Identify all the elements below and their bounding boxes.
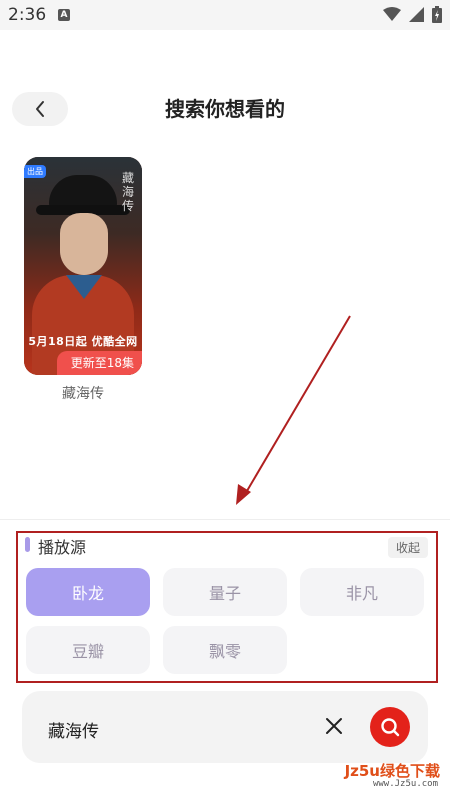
- close-icon: [326, 718, 342, 734]
- source-option-piaoling[interactable]: 飘零: [163, 626, 287, 674]
- section-divider: [0, 519, 450, 520]
- poster-face: [60, 213, 108, 275]
- corner-badge: 出品: [24, 165, 46, 178]
- search-icon: [381, 718, 400, 737]
- notification-icon: A: [58, 9, 70, 21]
- watermark-brand: Jz5u绿色下载: [344, 762, 440, 780]
- source-option-douban[interactable]: 豆瓣: [26, 626, 150, 674]
- source-option-wolong[interactable]: 卧龙: [26, 568, 150, 616]
- status-time: 2:36: [8, 5, 47, 25]
- poster-title: 藏海传: [122, 171, 135, 213]
- status-icons: [383, 6, 442, 23]
- watermark-url: www.Jz5u.com: [372, 779, 438, 789]
- page-title: 搜索你想看的: [165, 97, 285, 121]
- result-card[interactable]: 藏海传 出品 5月18日起 优酷全网独播 更新至18集: [24, 157, 142, 375]
- search-input[interactable]: 藏海传: [48, 717, 99, 742]
- clear-button[interactable]: [323, 715, 345, 737]
- search-bar[interactable]: 藏海传: [22, 691, 428, 763]
- battery-icon: [432, 6, 442, 23]
- source-section-title: 播放源: [38, 538, 87, 557]
- source-option-liangzi[interactable]: 量子: [163, 568, 287, 616]
- result-card-title[interactable]: 藏海传: [24, 383, 142, 403]
- wifi-icon: [383, 7, 401, 21]
- status-bar: 2:36 A: [0, 0, 450, 30]
- search-submit-button[interactable]: [370, 707, 410, 747]
- signal-icon: [409, 7, 424, 22]
- collapse-button[interactable]: 收起: [387, 537, 428, 558]
- section-marker: [25, 537, 30, 552]
- source-option-feifan[interactable]: 非凡: [300, 568, 424, 616]
- update-badge: 更新至18集: [56, 351, 142, 375]
